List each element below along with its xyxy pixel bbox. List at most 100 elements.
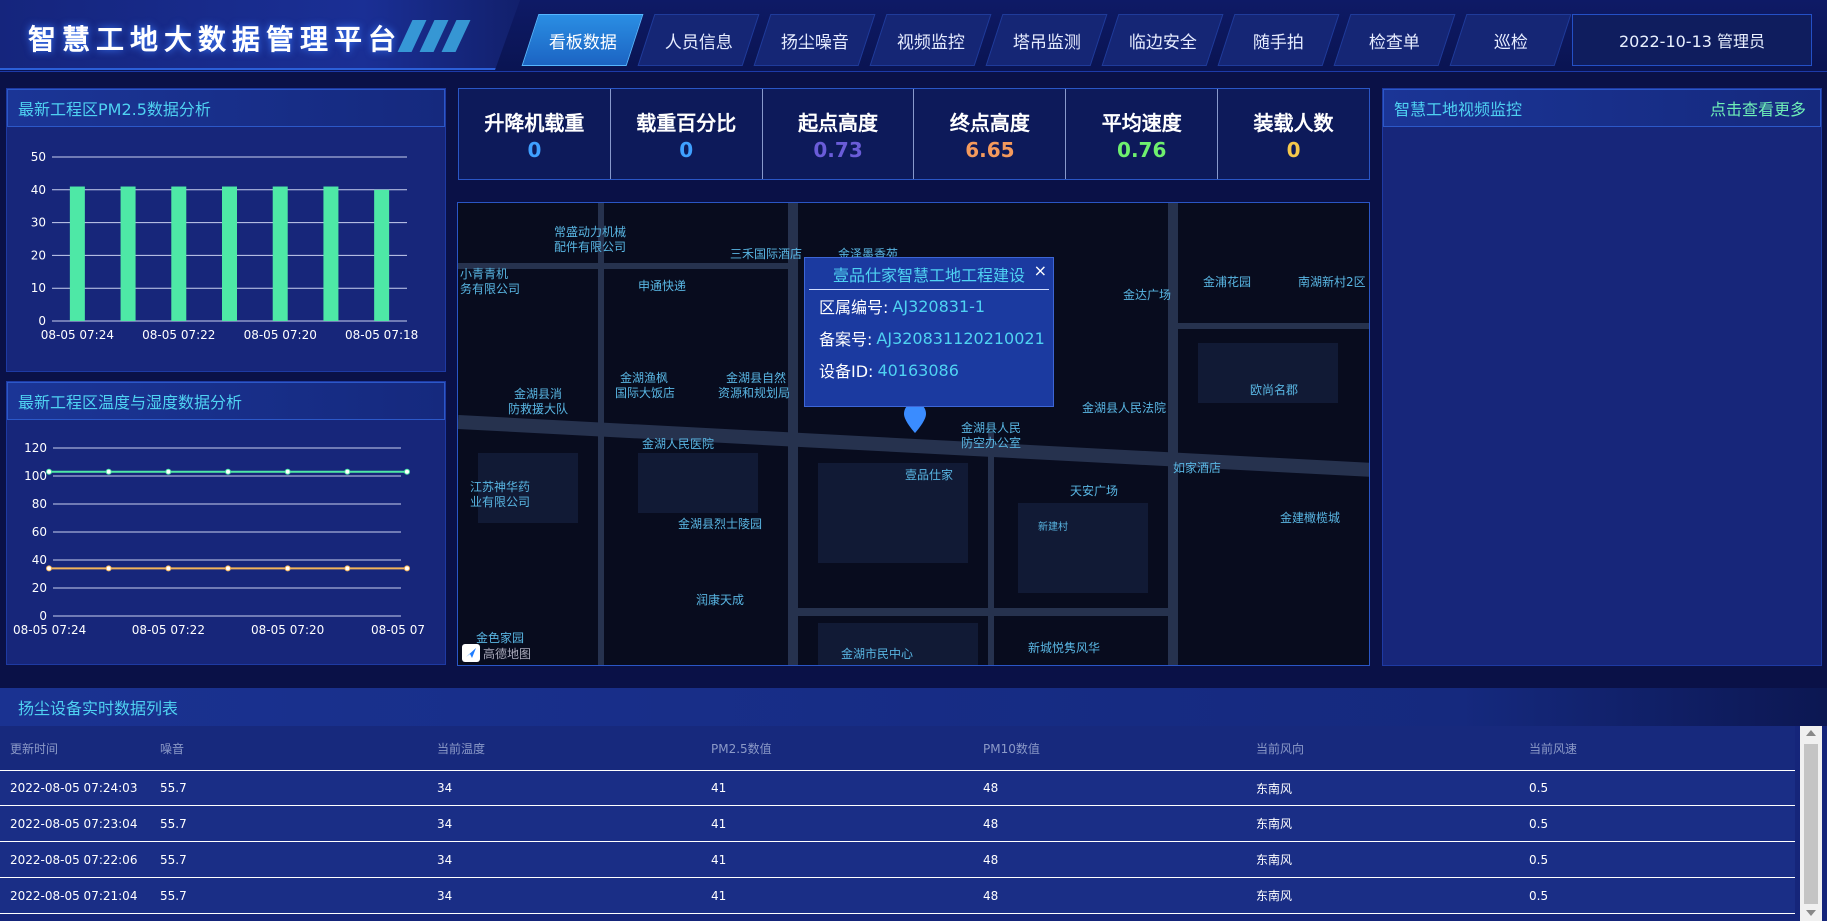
scroll-down-icon[interactable] — [1806, 910, 1816, 916]
line-point[interactable] — [344, 565, 351, 572]
popup-row-district-code: 区属编号: AJ320831-1 — [819, 296, 986, 318]
kpi-start-height: 起点高度 0.73 — [763, 89, 915, 179]
kpi-end-height: 终点高度 6.65 — [914, 89, 1067, 179]
pm25-bar[interactable] — [323, 186, 339, 321]
col-wind-speed: 当前风速 — [1529, 741, 1578, 756]
kpi-avg-speed: 平均速度 0.76 — [1066, 89, 1219, 179]
col-noise: 噪音 — [160, 741, 185, 756]
col-pm10: PM10数值 — [983, 741, 1040, 756]
datetime-user: 2022-10-13 管理员 — [1572, 14, 1812, 66]
y-tick-label: 20 — [31, 248, 46, 262]
line-point[interactable] — [284, 565, 291, 572]
line-point[interactable] — [284, 468, 291, 475]
y-tick-label: 120 — [24, 441, 47, 455]
y-tick-label: 10 — [31, 281, 46, 295]
hoist-kpi-bar: 升降机载重 0 载重百分比 0 起点高度 0.73 终点高度 6.65 平均速度 0.76… — [458, 88, 1370, 180]
amap-logo: 高德地图 — [462, 643, 532, 663]
line-point[interactable] — [404, 468, 410, 475]
line-point[interactable] — [225, 565, 231, 572]
pm25-bar[interactable] — [171, 186, 187, 321]
nav-tab-video[interactable]: 视频监控 — [869, 14, 992, 66]
y-tick-label: 20 — [32, 581, 47, 595]
y-tick-label: 0 — [39, 609, 47, 623]
map-label: 金湖县人民 — [961, 421, 1022, 435]
kpi-passenger-count: 装载人数 0 — [1253, 110, 1334, 162]
site-map[interactable]: 常盛动力机械 配件有限公司 三禾国际酒店 金泽墨香苑 小青青机 务有限公司 申通… — [457, 202, 1370, 666]
map-road — [598, 203, 604, 665]
location-pin-icon[interactable] — [904, 403, 926, 433]
table-scrollbar[interactable] — [1800, 726, 1822, 921]
dust-device-table-panel: 扬尘设备实时数据列表 更新时间 噪音 当前温度 PM2.5数值 PM10数值 当… — [0, 688, 1827, 921]
table-row[interactable]: 2022-08-05 07:23:04 55.7 34 41 48 东南风 0.5 — [0, 806, 1795, 842]
nav-tab-tower-crane[interactable]: 塔吊监测 — [985, 14, 1108, 66]
table-row[interactable]: 2022-08-05 07:21:04 55.7 34 41 48 东南风 0.5 — [0, 878, 1795, 914]
decorative-slashes-icon — [397, 20, 485, 52]
map-road — [788, 203, 798, 665]
col-update-time: 更新时间 — [10, 741, 59, 756]
pm25-bar[interactable] — [69, 186, 85, 321]
line-point[interactable] — [225, 468, 231, 475]
scroll-up-icon[interactable] — [1806, 730, 1816, 736]
popup-row-record-no: 备案号: AJ320831120210021 — [819, 328, 1045, 350]
view-more-link[interactable]: 点击查看更多 — [1710, 96, 1806, 120]
header: 智慧工地大数据管理平台 看板数据 人员信息 扬尘噪音 视频监控 塔吊监测 临边安… — [0, 0, 1827, 72]
map-label: 壹品仕家 — [905, 468, 954, 482]
pm25-bar[interactable] — [120, 186, 136, 321]
y-tick-label: 30 — [31, 216, 46, 230]
map-label: 新城悦隽风华 — [1028, 641, 1101, 655]
pm25-panel-title: 最新工程区PM2.5数据分析 — [7, 89, 445, 127]
map-label: 金湖渔枫 — [620, 371, 669, 385]
nav-tab-snapshot[interactable]: 随手拍 — [1217, 14, 1340, 66]
nav-tab-edge-safety[interactable]: 临边安全 — [1101, 14, 1224, 66]
map-road — [1168, 203, 1178, 665]
line-point[interactable] — [105, 468, 112, 475]
map-label: 金湖市民中心 — [841, 647, 914, 661]
map-road — [798, 608, 1168, 616]
line-point[interactable] — [105, 565, 112, 572]
nav-tab-patrol[interactable]: 巡检 — [1449, 14, 1572, 66]
map-label: 江苏神华药 — [470, 480, 531, 494]
map-label: 南湖新村2区 — [1298, 275, 1366, 289]
line-point[interactable] — [165, 565, 172, 572]
nav-tab-dashboard[interactable]: 看板数据 — [521, 14, 644, 66]
map-label: 常盛动力机械 — [554, 225, 627, 239]
line-point[interactable] — [344, 468, 351, 475]
close-icon[interactable]: × — [1034, 261, 1047, 280]
map-label: 天安广场 — [1070, 484, 1119, 498]
pm25-bar-chart: 0 10 20 30 40 50 08-05 07:24 08-05 07:22 08-05 0… — [31, 150, 419, 342]
nav-tab-checklist[interactable]: 检查单 — [1333, 14, 1456, 66]
col-pm25: PM2.5数值 — [711, 741, 772, 756]
nav-tab-personnel[interactable]: 人员信息 — [637, 14, 760, 66]
line-point[interactable] — [165, 468, 172, 475]
kpi-load-percent: 载重百分比 0 — [611, 89, 763, 179]
col-temperature: 当前温度 — [437, 741, 486, 756]
map-label: 新建村 — [1038, 522, 1068, 533]
popup-title: 壹品仕家智慧工地工程建设 — [809, 258, 1049, 290]
map-label: 国际大饭店 — [615, 386, 676, 400]
x-tick-label: 08-05 07:20 — [244, 328, 317, 342]
map-label: 业有限公司 — [470, 495, 531, 509]
scrollbar-thumb[interactable] — [1804, 744, 1818, 904]
map-label: 金湖人民医院 — [642, 437, 715, 451]
nav-tab-dust-noise[interactable]: 扬尘噪音 — [753, 14, 876, 66]
map-label: 配件有限公司 — [554, 240, 627, 254]
line-point[interactable] — [46, 565, 52, 572]
map-label: 申通快递 — [638, 279, 687, 293]
map-label: 金湖县消 — [514, 387, 563, 401]
map-block — [1018, 503, 1148, 593]
map-road — [988, 433, 994, 665]
x-tick-label: 08-05 07:22 — [142, 328, 215, 342]
video-monitor-panel: 智慧工地视频监控 点击查看更多 — [1382, 88, 1822, 666]
pm25-bar[interactable] — [374, 189, 390, 321]
map-label: 如家酒店 — [1173, 461, 1222, 475]
x-tick-label: 08-05 07:24 — [41, 328, 114, 342]
table-title: 扬尘设备实时数据列表 — [0, 688, 1827, 726]
line-point[interactable] — [404, 565, 410, 572]
x-tick-label: 08-05 07 — [371, 623, 425, 637]
table-row[interactable]: 2022-08-05 07:24:03 55.7 34 41 48 东南风 0.5 — [0, 770, 1795, 806]
map-road — [1178, 323, 1369, 329]
pm25-bar[interactable] — [272, 186, 288, 321]
table-row[interactable]: 2022-08-05 07:22:06 55.7 34 41 48 东南风 0.5 — [0, 842, 1795, 878]
line-point[interactable] — [46, 468, 52, 475]
pm25-bar[interactable] — [222, 186, 237, 321]
